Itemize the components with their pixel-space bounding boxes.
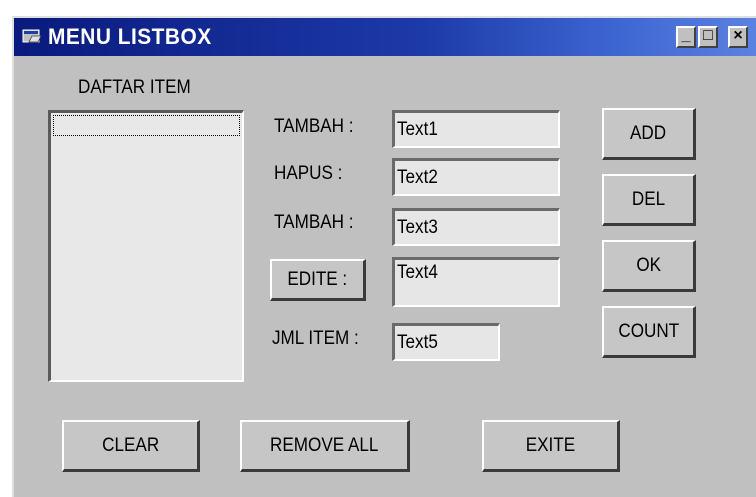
count-button[interactable]: COUNT [602,306,696,358]
clear-button-label: CLEAR [101,434,160,456]
text2-field[interactable]: Text2 [392,158,560,196]
text3-value: Text3 [397,217,438,238]
maximize-button[interactable]: □ [698,26,718,48]
text2-value: Text2 [397,167,438,188]
minimize-icon: _ [681,27,691,44]
text4-value: Text4 [397,262,438,283]
remove-all-button-label: REMOVE ALL [270,434,379,456]
text1-value: Text1 [397,119,438,140]
listbox-focus-row[interactable] [53,115,240,136]
ok-button-label: OK [636,254,661,276]
remove-all-button[interactable]: REMOVE ALL [240,420,410,472]
tambah-label-1: TAMBAH : [274,116,354,137]
edite-button-label: EDITE : [287,268,348,290]
maximize-icon: □ [703,27,713,44]
tambah-label-2: TAMBAH : [274,212,354,233]
daftar-item-label: DAFTAR ITEM [78,77,191,98]
edite-button[interactable]: EDITE : [270,259,366,301]
text5-value: Text5 [397,332,438,353]
text5-field[interactable]: Text5 [392,323,500,361]
jml-item-label: JML ITEM : [272,328,359,349]
close-icon: × [733,27,743,44]
exite-button[interactable]: EXITE [482,420,620,472]
clear-button[interactable]: CLEAR [62,420,200,472]
app-window-icon [22,29,42,43]
menu-listbox-window: MENU LISTBOX _ □ × DAFTAR ITEM TAMBAH : … [12,16,756,497]
del-button-label: DEL [631,188,666,210]
text1-field[interactable]: Text1 [392,110,560,148]
text3-field[interactable]: Text3 [392,208,560,246]
exite-button-label: EXITE [525,434,576,456]
window-title: MENU LISTBOX [48,24,212,49]
hapus-label: HAPUS : [274,163,343,184]
minimize-button[interactable]: _ [676,26,696,48]
count-button-label: COUNT [618,320,679,342]
close-button[interactable]: × [728,26,748,48]
item-listbox[interactable] [48,110,244,382]
text4-field[interactable]: Text4 [392,257,560,307]
title-bar[interactable]: MENU LISTBOX _ □ × [14,18,756,56]
ok-button[interactable]: OK [602,240,696,292]
del-button[interactable]: DEL [602,174,696,226]
add-button[interactable]: ADD [602,108,696,160]
add-button-label: ADD [630,122,667,144]
